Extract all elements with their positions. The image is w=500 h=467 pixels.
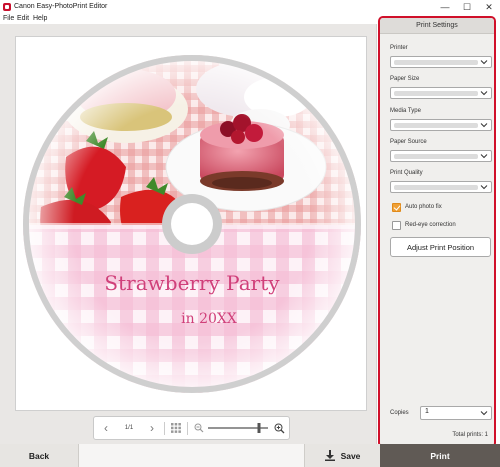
print-quality-label: Print Quality bbox=[390, 170, 423, 176]
printer-dropdown[interactable] bbox=[390, 56, 492, 68]
chevron-down-icon bbox=[480, 185, 488, 190]
disc-subtitle-text[interactable]: in 20XX bbox=[181, 311, 237, 327]
chevron-down-icon bbox=[480, 91, 488, 96]
paper-source-value-blurred bbox=[394, 154, 478, 159]
media-type-dropdown[interactable] bbox=[390, 119, 492, 131]
menu-help[interactable]: Help bbox=[33, 15, 47, 22]
disc-canvas[interactable]: Strawberry Party in 20XX bbox=[15, 36, 367, 411]
nav-divider bbox=[187, 422, 188, 435]
printer-label: Printer bbox=[390, 45, 408, 51]
minimize-button[interactable]: — bbox=[434, 0, 456, 14]
menu-edit[interactable]: Edit bbox=[17, 15, 29, 22]
paper-size-label: Paper Size bbox=[390, 76, 420, 82]
paper-source-label: Paper Source bbox=[390, 139, 427, 145]
zoom-in-icon[interactable] bbox=[272, 417, 286, 439]
red-eye-correction-label: Red-eye correction bbox=[405, 222, 456, 228]
media-type-label: Media Type bbox=[390, 108, 421, 114]
previous-page-icon[interactable]: ‹ bbox=[98, 417, 114, 439]
maximize-button[interactable]: ☐ bbox=[456, 0, 478, 14]
red-eye-correction-checkbox[interactable] bbox=[392, 221, 401, 230]
paper-source-dropdown[interactable] bbox=[390, 150, 492, 162]
copies-label: Copies bbox=[390, 410, 409, 416]
media-type-value-blurred bbox=[394, 123, 478, 128]
chevron-down-icon bbox=[480, 60, 488, 65]
window-title: Canon Easy-PhotoPrint Editor bbox=[14, 3, 108, 10]
zoom-slider-thumb[interactable] bbox=[257, 423, 261, 433]
total-prints-text: Total prints: 1 bbox=[452, 432, 488, 438]
grid-view-icon[interactable] bbox=[168, 417, 184, 439]
print-quality-value-blurred bbox=[394, 185, 478, 190]
zoom-slider[interactable] bbox=[206, 417, 270, 439]
auto-photo-fix-checkbox[interactable] bbox=[392, 203, 401, 212]
app-logo-icon bbox=[3, 3, 11, 11]
printer-value-blurred bbox=[394, 60, 478, 65]
menu-file[interactable]: File bbox=[3, 15, 14, 22]
editing-area: Strawberry Party in 20XX ‹ 1/1 › bbox=[0, 24, 377, 444]
copies-dropdown[interactable]: 1 bbox=[420, 406, 492, 420]
save-button-label: Save bbox=[340, 450, 361, 461]
print-button[interactable]: Print bbox=[380, 444, 500, 467]
chevron-down-icon bbox=[480, 154, 488, 159]
back-button[interactable]: Back bbox=[0, 444, 79, 467]
save-button[interactable]: Save bbox=[304, 444, 380, 467]
chevron-down-icon bbox=[480, 123, 488, 128]
panel-header: Print Settings bbox=[380, 18, 494, 34]
download-icon bbox=[324, 450, 335, 461]
disc-label-preview[interactable]: Strawberry Party in 20XX bbox=[16, 37, 367, 411]
auto-photo-fix-label: Auto photo fix bbox=[405, 204, 442, 210]
page-navigation-bar: ‹ 1/1 › bbox=[93, 416, 290, 440]
copies-value: 1 bbox=[425, 408, 429, 415]
bottom-action-bar: Back Save Print bbox=[0, 444, 500, 467]
zoom-out-icon[interactable] bbox=[192, 417, 206, 439]
adjust-print-position-button[interactable]: Adjust Print Position bbox=[390, 237, 491, 257]
bottom-bar-spacer bbox=[79, 444, 304, 467]
nav-divider bbox=[164, 422, 165, 435]
close-button[interactable]: ✕ bbox=[478, 0, 500, 14]
print-settings-panel: Print Settings Printer Paper Size Media … bbox=[378, 16, 496, 448]
paper-size-value-blurred bbox=[394, 91, 478, 96]
page-indicator: 1/1 bbox=[124, 425, 134, 431]
chevron-down-icon bbox=[480, 411, 488, 416]
disc-title-text[interactable]: Strawberry Party bbox=[104, 271, 280, 295]
title-bar: Canon Easy-PhotoPrint Editor — ☐ ✕ bbox=[0, 0, 500, 14]
paper-size-dropdown[interactable] bbox=[390, 87, 492, 99]
print-quality-dropdown[interactable] bbox=[390, 181, 492, 193]
next-page-icon[interactable]: › bbox=[144, 417, 160, 439]
